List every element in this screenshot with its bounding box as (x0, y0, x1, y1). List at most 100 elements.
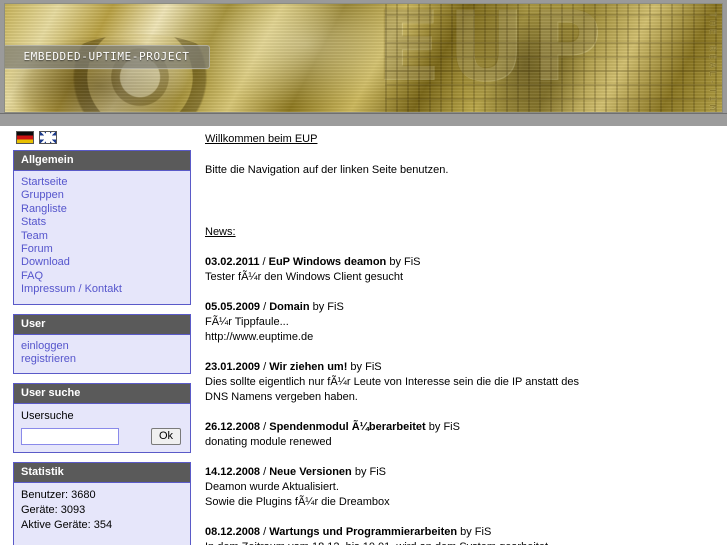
news-item-author: by FiS (386, 256, 421, 268)
news-item-separator: / (259, 256, 269, 268)
banner-title-plate: EMBEDDED-UPTIME-PROJECT (5, 45, 210, 69)
news-item-body: Dies sollte eigentlich nur fÃ¼r Leute vo… (205, 375, 710, 405)
sidebar-item-impressum-kontakt[interactable]: Impressum / Kontakt (21, 283, 183, 296)
news-item-headline: 08.12.2008 / Wartungs und Programmierarb… (205, 525, 710, 540)
news-item-date: 05.05.2009 (205, 301, 261, 313)
panel-title-statistik: Statistik (14, 463, 190, 484)
news-item-title: Wartungs und Programmierarbeiten (269, 526, 458, 538)
language-switcher (13, 131, 191, 150)
sidebar-panel-user: User einloggen registrieren (13, 313, 191, 375)
banner-ghost-logo: EUP (375, 3, 607, 102)
german-flag-icon[interactable] (16, 131, 34, 144)
news-item-title: Wir ziehen um! (269, 361, 348, 373)
panel-title-user: User (14, 314, 190, 335)
news-item-body: Deamon wurde Aktualisiert. Sowie die Plug… (205, 480, 710, 510)
main-content: Willkommen beim EUP Bitte die Navigation… (205, 132, 710, 545)
news-item-date: 08.12.2008 (205, 526, 261, 538)
news-item-headline: 26.12.2008 / Spendenmodul Ã¼berarbeitet … (205, 420, 710, 435)
news-item-author: by FiS (351, 466, 387, 478)
panel-title-user-suche: User suche (14, 384, 190, 405)
sidebar-item-faq[interactable]: FAQ (21, 270, 183, 283)
news-item-separator: / (260, 421, 270, 433)
news-item-separator: / (260, 466, 270, 478)
sidebar-item-registrieren[interactable]: registrieren (21, 353, 183, 366)
news-item-date: 23.01.2009 (205, 361, 261, 373)
site-banner: EUP EMBEDDED-UPTIME-PROJECT THE REAL-TIM… (0, 0, 727, 126)
news-item-headline: 05.05.2009 / Domain by FiS (205, 300, 710, 315)
news-item: 05.05.2009 / Domain by FiS FÃ¼r Tippfaule… (205, 300, 710, 345)
sidebar-panel-statistik: Statistik Benutzer: 3680 Geräte: 3093 Ak… (13, 462, 191, 545)
user-search-input[interactable] (21, 428, 119, 446)
sidebar: Allgemein Startseite Gruppen Rangliste S… (13, 131, 191, 545)
news-item-author: by FiS (309, 301, 344, 313)
news-item: 14.12.2008 / Neue Versionen by FiS Deamon… (205, 465, 710, 510)
news-item-body-line: In dem Zeitraum vom 18.12. bis 10.01. wi… (205, 540, 710, 545)
news-item-date: 03.02.2011 (205, 256, 260, 268)
news-item-body-line: donating module renewed (205, 436, 332, 448)
page-body: Allgemein Startseite Gruppen Rangliste S… (0, 126, 727, 545)
welcome-heading: Willkommen beim EUP (205, 133, 318, 145)
sidebar-item-team[interactable]: Team (21, 230, 183, 243)
news-item-date: 26.12.2008 (205, 421, 261, 433)
news-item-title: Domain (269, 301, 310, 313)
news-item-separator: / (260, 361, 270, 373)
sidebar-item-startseite[interactable]: Startseite (21, 176, 183, 189)
sidebar-item-forum[interactable]: Forum (21, 243, 183, 256)
welcome-text: Bitte die Navigation auf der linken Seit… (205, 164, 449, 176)
user-search-row: Ok (21, 428, 183, 446)
sidebar-item-download[interactable]: Download (21, 256, 183, 269)
news-item-headline: 23.01.2009 / Wir ziehen um! by FiS (205, 360, 710, 375)
news-item-body: In dem Zeitraum vom 18.12. bis 10.01. wi… (205, 540, 710, 545)
sidebar-item-einloggen[interactable]: einloggen (21, 340, 183, 353)
user-search-label: Usersuche (21, 410, 74, 423)
panel-body-statistik: Benutzer: 3680 Geräte: 3093 Aktive Gerät… (14, 483, 190, 545)
stat-benutzer: Benutzer: 3680 (21, 489, 96, 502)
news-item-title: Neue Versionen (269, 466, 352, 478)
news-item: 08.12.2008 / Wartungs und Programmierarb… (205, 525, 710, 545)
stat-spacer (21, 533, 183, 545)
panel-title-allgemein: Allgemein (14, 151, 190, 171)
banner-circuit-texture (385, 4, 722, 112)
news-item-body: FÃ¼r Tippfaule... http://www.euptime.de (205, 315, 710, 345)
news-item-body-line: DNS Namens vergeben haben. (205, 391, 358, 403)
panel-body-allgemein: Startseite Gruppen Rangliste Stats Team … (14, 171, 190, 304)
news-section-label: News: (205, 226, 236, 238)
news-list: 03.02.2011 / EuP Windows deamon by FiS Te… (205, 255, 710, 545)
banner-bottom-bar (0, 113, 727, 126)
news-item-headline: 03.02.2011 / EuP Windows deamon by FiS (205, 255, 710, 270)
news-item-separator: / (260, 526, 270, 538)
news-item-title: Spendenmodul Ã¼berarbeitet (269, 421, 426, 433)
news-item-body-line: Sowie die Plugins fÃ¼r die Dreambox (205, 496, 390, 508)
news-item-body: Tester fÃ¼r den Windows Client gesucht (205, 270, 710, 285)
banner-side-text: THE REAL-TIME (707, 12, 717, 113)
english-flag-icon[interactable] (39, 131, 57, 144)
news-item: 23.01.2009 / Wir ziehen um! by FiS Dies s… (205, 360, 710, 405)
user-search-submit-button[interactable]: Ok (150, 428, 181, 446)
news-item-author: by FiS (425, 421, 460, 433)
news-item: 26.12.2008 / Spendenmodul Ã¼berarbeitet … (205, 420, 710, 450)
news-item-author: by FiS (457, 526, 492, 538)
news-item-headline: 14.12.2008 / Neue Versionen by FiS (205, 465, 710, 480)
news-item-title: EuP Windows deamon (268, 256, 387, 268)
news-item: 03.02.2011 / EuP Windows deamon by FiS Te… (205, 255, 710, 285)
panel-body-user: einloggen registrieren (14, 335, 190, 374)
stat-aktive-geraete: Aktive Geräte: 354 (21, 519, 113, 532)
sidebar-item-stats[interactable]: Stats (21, 216, 183, 229)
sidebar-item-gruppen[interactable]: Gruppen (21, 189, 183, 202)
news-item-separator: / (260, 301, 270, 313)
news-item-date: 14.12.2008 (205, 466, 261, 478)
banner-image: EUP EMBEDDED-UPTIME-PROJECT THE REAL-TIM… (4, 3, 723, 113)
stat-geraete: Geräte: 3093 (21, 504, 86, 517)
sidebar-panel-user-suche: User suche Usersuche Ok (13, 383, 191, 454)
news-item-body-line: Deamon wurde Aktualisiert. (205, 481, 339, 493)
news-item-author: by FiS (347, 361, 382, 373)
news-item-body-line: Tester fÃ¼r den Windows Client gesucht (205, 271, 404, 283)
news-item-body: donating module renewed (205, 435, 710, 450)
sidebar-item-rangliste[interactable]: Rangliste (21, 203, 183, 216)
panel-body-user-suche: Usersuche Ok (14, 404, 190, 452)
sidebar-panel-allgemein: Allgemein Startseite Gruppen Rangliste S… (13, 150, 191, 305)
news-item-body-line: FÃ¼r Tippfaule... (205, 316, 289, 328)
news-item-body-line: Dies sollte eigentlich nur fÃ¼r Leute vo… (205, 376, 580, 388)
news-item-body-line: http://www.euptime.de (205, 331, 314, 343)
